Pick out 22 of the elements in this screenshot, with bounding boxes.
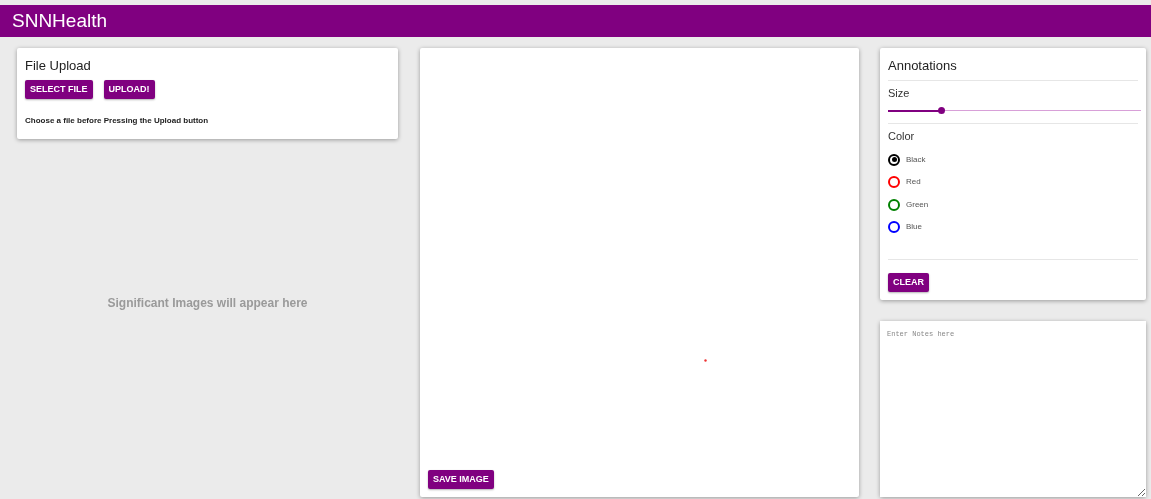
radio-label: Black <box>906 153 926 166</box>
drawing-canvas[interactable]: SAVE IMAGE <box>420 48 859 497</box>
radio-button[interactable] <box>888 221 900 234</box>
save-image-button[interactable]: SAVE IMAGE <box>428 470 494 489</box>
annotation-dot <box>704 359 707 362</box>
radio-label: Green <box>906 198 929 211</box>
app-title: SNNHealth <box>12 8 108 33</box>
radio-label: Red <box>906 176 921 189</box>
images-placeholder-text: Significant Images will appear here <box>107 294 308 312</box>
card-title: Annotations <box>888 57 958 75</box>
upload-hint: Choose a file before Pressing the Upload button <box>25 114 210 127</box>
color-label: Color <box>888 129 916 144</box>
slider-thumb[interactable] <box>937 107 945 114</box>
upload-button[interactable]: UPLOAD! <box>103 79 155 99</box>
radio-button[interactable] <box>888 176 900 189</box>
radio-button[interactable] <box>888 153 900 166</box>
clear-button[interactable]: CLEAR <box>888 273 929 292</box>
select-file-button[interactable]: SELECT FILE <box>25 79 93 99</box>
size-label: Size <box>888 85 911 101</box>
radio-label: Blue <box>906 221 922 234</box>
radio-button[interactable] <box>888 198 900 211</box>
card-title: File Upload <box>25 57 92 75</box>
